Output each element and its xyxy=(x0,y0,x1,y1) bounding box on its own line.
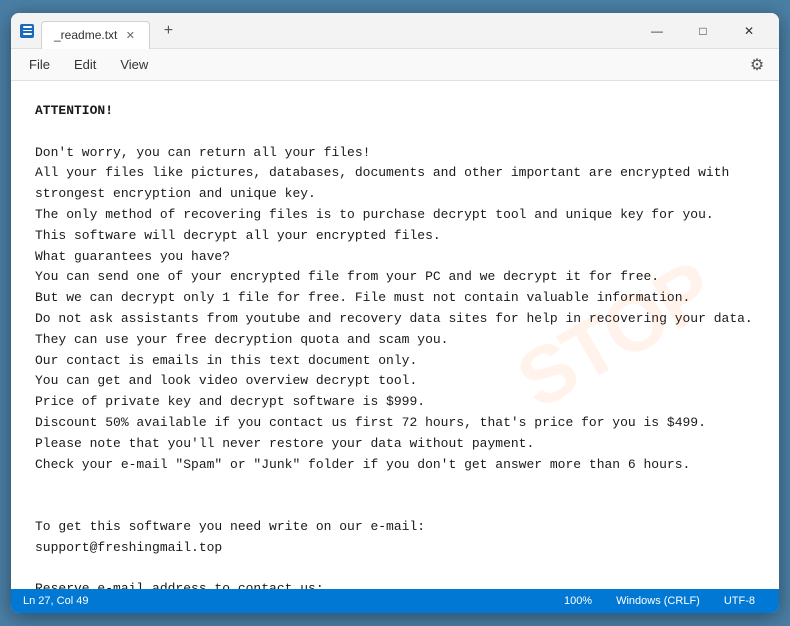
new-tab-button[interactable]: + xyxy=(154,17,182,45)
tab-label: _readme.txt xyxy=(54,28,117,42)
line-24: Reserve e-mail address to contact us: xyxy=(35,579,755,589)
line-19 xyxy=(35,475,755,496)
line-13: Our contact is emails in this text docum… xyxy=(35,351,755,372)
line-15: Price of private key and decrypt softwar… xyxy=(35,392,755,413)
line-1: ATTENTION! xyxy=(35,101,755,122)
line-17: Please note that you'll never restore yo… xyxy=(35,434,755,455)
notepad-icon xyxy=(19,23,35,39)
line-22: support@freshingmail.top xyxy=(35,538,755,559)
line-16: Discount 50% available if you contact us… xyxy=(35,413,755,434)
line-endings: Windows (CRLF) xyxy=(604,589,712,613)
line-14: You can get and look video overview decr… xyxy=(35,371,755,392)
menu-file[interactable]: File xyxy=(19,53,60,76)
line-10: But we can decrypt only 1 file for free.… xyxy=(35,288,755,309)
settings-icon[interactable]: ⚙ xyxy=(743,51,771,79)
line-11: Do not ask assistants from youtube and r… xyxy=(35,309,755,330)
line-6: The only method of recovering files is t… xyxy=(35,205,755,226)
line-4: All your files like pictures, databases,… xyxy=(35,163,755,184)
window-controls: — □ ✕ xyxy=(635,15,771,47)
active-tab[interactable]: _readme.txt ✕ xyxy=(41,21,150,49)
line-5: strongest encryption and unique key. xyxy=(35,184,755,205)
zoom-level: 100% xyxy=(552,589,604,613)
tab-area: _readme.txt ✕ + xyxy=(41,17,182,45)
cursor-position: Ln 27, Col 49 xyxy=(23,589,100,613)
menu-view[interactable]: View xyxy=(110,53,158,76)
line-23 xyxy=(35,559,755,580)
menu-bar: File Edit View ⚙ xyxy=(11,49,779,81)
line-9: You can send one of your encrypted file … xyxy=(35,267,755,288)
minimize-button[interactable]: — xyxy=(635,15,679,47)
maximize-button[interactable]: □ xyxy=(681,15,725,47)
tab-close-button[interactable]: ✕ xyxy=(123,28,137,42)
menu-edit[interactable]: Edit xyxy=(64,53,106,76)
line-21: To get this software you need write on o… xyxy=(35,517,755,538)
line-8: What guarantees you have? xyxy=(35,247,755,268)
title-bar-left: _readme.txt ✕ + xyxy=(19,17,635,45)
line-20 xyxy=(35,496,755,517)
line-7: This software will decrypt all your encr… xyxy=(35,226,755,247)
line-12: They can use your free decryption quota … xyxy=(35,330,755,351)
menu-items: File Edit View xyxy=(19,53,158,76)
status-bar: Ln 27, Col 49 100% Windows (CRLF) UTF-8 xyxy=(11,589,779,613)
text-content-area[interactable]: STOP ATTENTION! Don't worry, you can ret… xyxy=(11,81,779,589)
notepad-window: _readme.txt ✕ + — □ ✕ File Edit View ⚙ S… xyxy=(11,13,779,613)
title-bar: _readme.txt ✕ + — □ ✕ xyxy=(11,13,779,49)
line-3: Don't worry, you can return all your fil… xyxy=(35,143,755,164)
line-2 xyxy=(35,122,755,143)
line-18: Check your e-mail "Spam" or "Junk" folde… xyxy=(35,455,755,476)
close-button[interactable]: ✕ xyxy=(727,15,771,47)
encoding: UTF-8 xyxy=(712,589,767,613)
